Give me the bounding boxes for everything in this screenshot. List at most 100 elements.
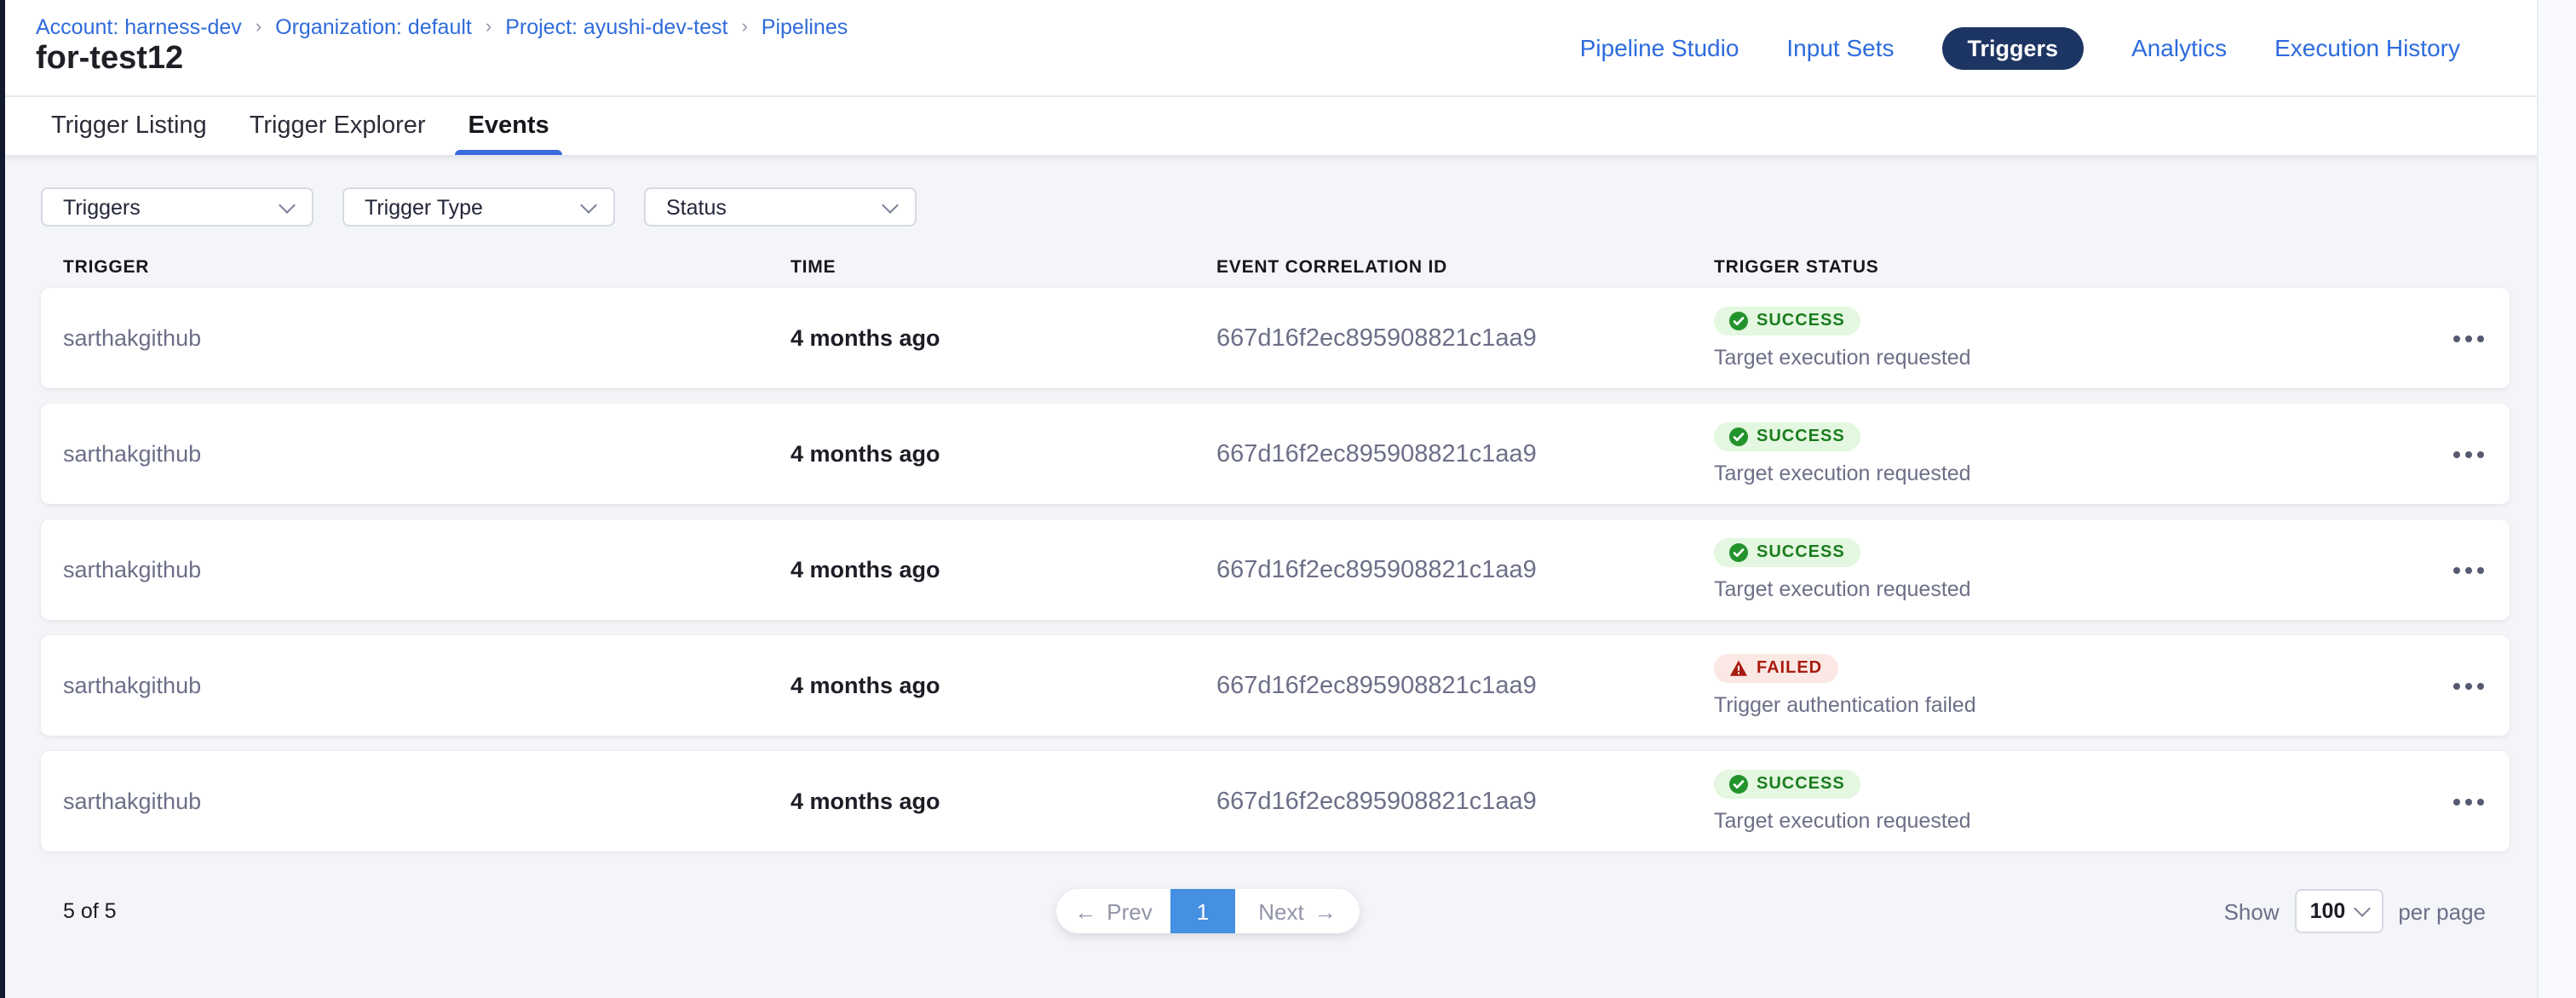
status-badge-label: SUCCESS xyxy=(1757,543,1845,562)
trigger-status-cell: SUCCESS Target execution requested xyxy=(1714,422,2390,485)
event-time: 4 months ago xyxy=(791,441,1216,467)
triggers-filter-dropdown[interactable]: Triggers xyxy=(41,187,313,227)
arrow-right-icon: → xyxy=(1314,898,1337,924)
event-correlation-id: 667d16f2ec895908821c1aa9 xyxy=(1216,788,1714,815)
trigger-status-cell: SUCCESS Target execution requested xyxy=(1714,307,2390,370)
next-page-button[interactable]: Next → xyxy=(1235,889,1360,933)
failed-warning-icon xyxy=(1729,659,1748,678)
trigger-status-cell: SUCCESS Target execution requested xyxy=(1714,538,2390,601)
event-time: 4 months ago xyxy=(791,673,1216,698)
trigger-type-filter-label: Trigger Type xyxy=(365,195,483,219)
breadcrumb-pipelines[interactable]: Pipelines xyxy=(762,17,848,38)
row-options-button[interactable] xyxy=(2450,553,2487,587)
nav-input-sets[interactable]: Input Sets xyxy=(1786,34,1894,61)
event-time: 4 months ago xyxy=(791,557,1216,582)
trigger-status-cell: FAILED Trigger authentication failed xyxy=(1714,654,2390,717)
screen: Account: harness-dev › Organization: def… xyxy=(0,0,2576,998)
chevron-down-icon xyxy=(279,196,296,213)
breadcrumb-separator-icon: › xyxy=(256,18,262,37)
header-left: Account: harness-dev › Organization: def… xyxy=(36,17,848,79)
status-filter-dropdown[interactable]: Status xyxy=(644,187,917,227)
event-correlation-id: 667d16f2ec895908821c1aa9 xyxy=(1216,556,1714,583)
pipeline-nav: Pipeline Studio Input Sets Triggers Anal… xyxy=(1580,26,2460,69)
prev-page-button[interactable]: ← Prev xyxy=(1056,889,1170,933)
row-options-button[interactable] xyxy=(2450,784,2487,818)
table-row[interactable]: sarthakgithub 4 months ago 667d16f2ec895… xyxy=(41,635,2510,736)
events-content: Triggers Trigger Type Status TRIGGER xyxy=(5,155,2539,998)
trigger-type-filter-dropdown[interactable]: Trigger Type xyxy=(342,187,615,227)
page-title: for-test12 xyxy=(36,43,848,79)
status-badge: SUCCESS xyxy=(1714,307,1860,336)
chevron-down-icon xyxy=(2353,900,2370,917)
breadcrumb-separator-icon: › xyxy=(741,18,747,37)
tab-events[interactable]: Events xyxy=(465,97,553,155)
status-badge-label: SUCCESS xyxy=(1757,312,1845,330)
status-badge: SUCCESS xyxy=(1714,770,1860,799)
trigger-name: sarthakgithub xyxy=(63,441,791,467)
page-size-value: 100 xyxy=(2310,899,2346,923)
chevron-down-icon xyxy=(580,196,597,213)
table-header-row: TRIGGER TIME EVENT CORRELATION ID TRIGGE… xyxy=(41,247,2510,288)
status-detail: Target execution requested xyxy=(1714,346,1971,370)
prev-page-label: Prev xyxy=(1107,898,1152,924)
trigger-name: sarthakgithub xyxy=(63,789,791,814)
breadcrumb-account[interactable]: Account: harness-dev xyxy=(36,17,242,38)
nav-analytics[interactable]: Analytics xyxy=(2131,34,2227,61)
event-time: 4 months ago xyxy=(791,789,1216,814)
breadcrumb-project[interactable]: Project: ayushi-dev-test xyxy=(505,17,727,38)
page-size-select[interactable]: 100 xyxy=(2295,889,2383,933)
nav-execution-history[interactable]: Execution History xyxy=(2274,34,2460,61)
table-body: sarthakgithub 4 months ago 667d16f2ec895… xyxy=(41,288,2510,852)
per-page-label: per page xyxy=(2398,898,2486,924)
table-row[interactable]: sarthakgithub 4 months ago 667d16f2ec895… xyxy=(41,404,2510,504)
collapsed-sidebar-edge xyxy=(0,0,5,998)
status-badge-label: FAILED xyxy=(1757,659,1822,678)
tab-trigger-explorer[interactable]: Trigger Explorer xyxy=(246,97,429,155)
breadcrumb-organization[interactable]: Organization: default xyxy=(275,17,472,38)
success-check-icon xyxy=(1729,543,1748,562)
table-row[interactable]: sarthakgithub 4 months ago 667d16f2ec895… xyxy=(41,751,2510,852)
page-number-button[interactable]: 1 xyxy=(1170,889,1235,933)
triggers-filter-label: Triggers xyxy=(63,195,141,219)
table-row[interactable]: sarthakgithub 4 months ago 667d16f2ec895… xyxy=(41,519,2510,620)
pipeline-triggers-page: Account: harness-dev › Organization: def… xyxy=(0,0,2576,998)
row-options-button[interactable] xyxy=(2450,437,2487,471)
filters-row: Triggers Trigger Type Status xyxy=(5,155,2539,227)
arrow-left-icon: ← xyxy=(1074,898,1096,924)
show-label: Show xyxy=(2224,898,2280,924)
col-header-event-correlation-id: EVENT CORRELATION ID xyxy=(1216,257,1714,278)
status-badge: SUCCESS xyxy=(1714,422,1860,451)
status-filter-label: Status xyxy=(666,195,727,219)
events-table: TRIGGER TIME EVENT CORRELATION ID TRIGGE… xyxy=(41,247,2510,852)
status-detail: Target execution requested xyxy=(1714,462,1971,485)
event-correlation-id: 667d16f2ec895908821c1aa9 xyxy=(1216,324,1714,352)
table-row[interactable]: sarthakgithub 4 months ago 667d16f2ec895… xyxy=(41,288,2510,388)
trigger-name: sarthakgithub xyxy=(63,673,791,698)
status-badge-label: SUCCESS xyxy=(1757,775,1845,794)
page-size-group: Show 100 per page xyxy=(2224,889,2486,933)
event-time: 4 months ago xyxy=(791,325,1216,351)
success-check-icon xyxy=(1729,427,1748,446)
nav-pipeline-studio[interactable]: Pipeline Studio xyxy=(1580,34,1739,61)
event-correlation-id: 667d16f2ec895908821c1aa9 xyxy=(1216,672,1714,699)
row-options-button[interactable] xyxy=(2450,321,2487,355)
event-correlation-id: 667d16f2ec895908821c1aa9 xyxy=(1216,440,1714,467)
trigger-status-cell: SUCCESS Target execution requested xyxy=(1714,770,2390,833)
status-badge: SUCCESS xyxy=(1714,538,1860,567)
col-header-trigger: TRIGGER xyxy=(63,257,791,278)
chevron-down-icon xyxy=(882,196,899,213)
trigger-tabs: Trigger Listing Trigger Explorer Events xyxy=(5,95,2539,155)
status-badge-label: SUCCESS xyxy=(1757,427,1845,446)
success-check-icon xyxy=(1729,775,1748,794)
trigger-name: sarthakgithub xyxy=(63,557,791,582)
pagination-footer: 5 of 5 ← Prev 1 Next → Show xyxy=(41,889,2510,933)
breadcrumb: Account: harness-dev › Organization: def… xyxy=(36,17,848,38)
row-options-button[interactable] xyxy=(2450,668,2487,703)
nav-triggers-active[interactable]: Triggers xyxy=(1942,26,2084,69)
scrollbar-track[interactable] xyxy=(2537,0,2576,998)
tab-trigger-listing[interactable]: Trigger Listing xyxy=(48,97,210,155)
breadcrumb-separator-icon: › xyxy=(486,18,492,37)
success-check-icon xyxy=(1729,312,1748,330)
status-detail: Trigger authentication failed xyxy=(1714,693,1976,717)
pager: ← Prev 1 Next → xyxy=(1056,889,1360,933)
